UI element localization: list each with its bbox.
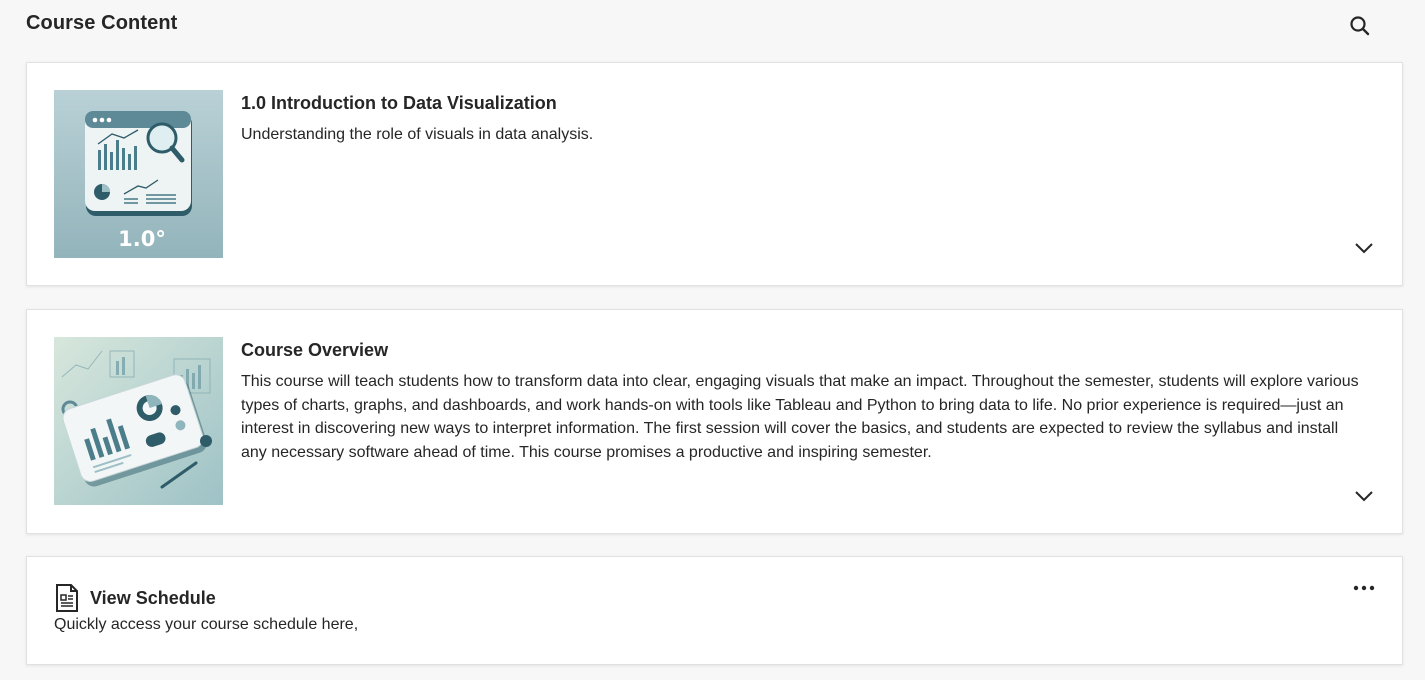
page-title: Course Content bbox=[26, 12, 178, 34]
expand-button[interactable] bbox=[1352, 236, 1376, 260]
schedule-title[interactable]: View Schedule bbox=[90, 586, 216, 610]
thumbnail-intro-data-visualization: 1.0° bbox=[54, 90, 223, 258]
document-icon bbox=[56, 584, 78, 612]
search-button[interactable] bbox=[1347, 13, 1373, 39]
search-icon bbox=[1350, 16, 1370, 36]
schedule-description: Quickly access your course schedule here… bbox=[54, 616, 359, 633]
course-content-page: Course Content 1.0° 1.0 Introduction to … bbox=[0, 0, 1425, 680]
content-item-title[interactable]: Course Overview bbox=[241, 338, 1362, 362]
content-item-course-overview[interactable]: Course Overview This course will teach s… bbox=[26, 309, 1403, 534]
thumbnail-course-overview bbox=[54, 337, 223, 505]
thumbnail-label: 1.0° bbox=[118, 227, 166, 251]
content-item-view-schedule[interactable]: View Schedule Quickly access your course… bbox=[26, 556, 1403, 665]
thumbnail-illustration-dashboard: 1.0° bbox=[54, 90, 223, 258]
chevron-down-icon bbox=[1355, 491, 1373, 502]
page-header: Course Content bbox=[26, 10, 1399, 42]
content-item-description: Understanding the role of visuals in dat… bbox=[241, 126, 594, 143]
content-item-description: This course will teach students how to t… bbox=[241, 373, 1359, 461]
chevron-down-icon bbox=[1355, 243, 1373, 254]
content-item-introduction[interactable]: 1.0° 1.0 Introduction to Data Visualizat… bbox=[26, 62, 1403, 286]
content-item-body: 1.0 Introduction to Data Visualization U… bbox=[241, 91, 1362, 147]
content-item-title[interactable]: 1.0 Introduction to Data Visualization bbox=[241, 91, 1362, 115]
expand-button[interactable] bbox=[1352, 484, 1376, 508]
more-options-icon bbox=[1353, 585, 1375, 591]
more-options-button[interactable] bbox=[1352, 578, 1376, 598]
content-item-body: Course Overview This course will teach s… bbox=[241, 338, 1362, 464]
thumbnail-illustration-tablet bbox=[54, 337, 223, 505]
